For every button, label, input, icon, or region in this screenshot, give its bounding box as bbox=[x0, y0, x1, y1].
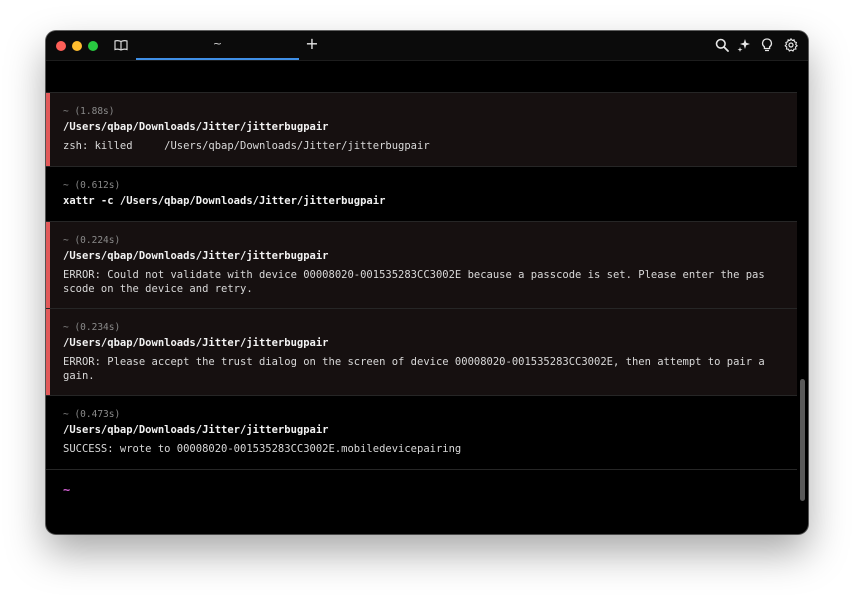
block-output-line: zsh: killed /Users/qbap/Downloads/Jitter… bbox=[63, 140, 430, 152]
command-block[interactable]: ~ (0.224s) /Users/qbap/Downloads/Jitter/… bbox=[46, 221, 797, 308]
tab-title: ~ bbox=[212, 37, 223, 50]
command-block[interactable]: ~ (0.612s) xattr -c /Users/qbap/Download… bbox=[46, 166, 797, 221]
minimize-button[interactable] bbox=[72, 41, 82, 51]
block-output-line: scode on the device and retry. bbox=[63, 283, 253, 295]
input-prompt[interactable]: ~ bbox=[63, 483, 70, 497]
scrollbar-thumb[interactable] bbox=[800, 379, 805, 501]
gear-icon[interactable] bbox=[784, 37, 798, 53]
command-block[interactable]: ~ (0.234s) /Users/qbap/Downloads/Jitter/… bbox=[46, 308, 797, 395]
terminal-output[interactable]: ~ (1.88s) /Users/qbap/Downloads/Jitter/j… bbox=[46, 61, 808, 534]
block-duration: ~ (0.224s) bbox=[63, 235, 121, 246]
block-duration: ~ (0.612s) bbox=[63, 180, 121, 191]
tab-active-indicator bbox=[136, 58, 299, 60]
sparkle-icon[interactable] bbox=[737, 37, 751, 53]
block-command: /Users/qbap/Downloads/Jitter/jitterbugpa… bbox=[63, 424, 329, 436]
zoom-button[interactable] bbox=[88, 41, 98, 51]
tab-home[interactable]: ~ bbox=[136, 31, 299, 60]
block-duration: ~ (0.234s) bbox=[63, 322, 121, 333]
block-duration: ~ (1.88s) bbox=[63, 106, 115, 117]
terminal-window: ~ + ~ (1.88s) /Users/qbap/Downloads/Jitt… bbox=[46, 31, 808, 534]
search-icon[interactable] bbox=[715, 37, 729, 53]
block-output-line: gain. bbox=[63, 370, 95, 382]
command-block[interactable]: ~ (0.473s) /Users/qbap/Downloads/Jitter/… bbox=[46, 395, 797, 470]
block-command: /Users/qbap/Downloads/Jitter/jitterbugpa… bbox=[63, 337, 329, 349]
lightbulb-icon[interactable] bbox=[761, 37, 773, 53]
block-command: /Users/qbap/Downloads/Jitter/jitterbugpa… bbox=[63, 121, 329, 133]
block-output-line: SUCCESS: wrote to 00008020-001535283CC30… bbox=[63, 443, 462, 455]
block-output-line: ERROR: Could not validate with device 00… bbox=[63, 269, 765, 281]
block-command: xattr -c /Users/qbap/Downloads/Jitter/ji… bbox=[63, 195, 386, 207]
block-output-line: ERROR: Please accept the trust dialog on… bbox=[63, 356, 765, 368]
command-block[interactable]: ~ (1.88s) /Users/qbap/Downloads/Jitter/j… bbox=[46, 92, 797, 166]
block-duration: ~ (0.473s) bbox=[63, 409, 121, 420]
title-bar: ~ + bbox=[46, 31, 808, 61]
new-tab-button[interactable]: + bbox=[304, 35, 320, 53]
book-icon[interactable] bbox=[114, 37, 128, 53]
close-button[interactable] bbox=[56, 41, 66, 51]
block-command: /Users/qbap/Downloads/Jitter/jitterbugpa… bbox=[63, 250, 329, 262]
